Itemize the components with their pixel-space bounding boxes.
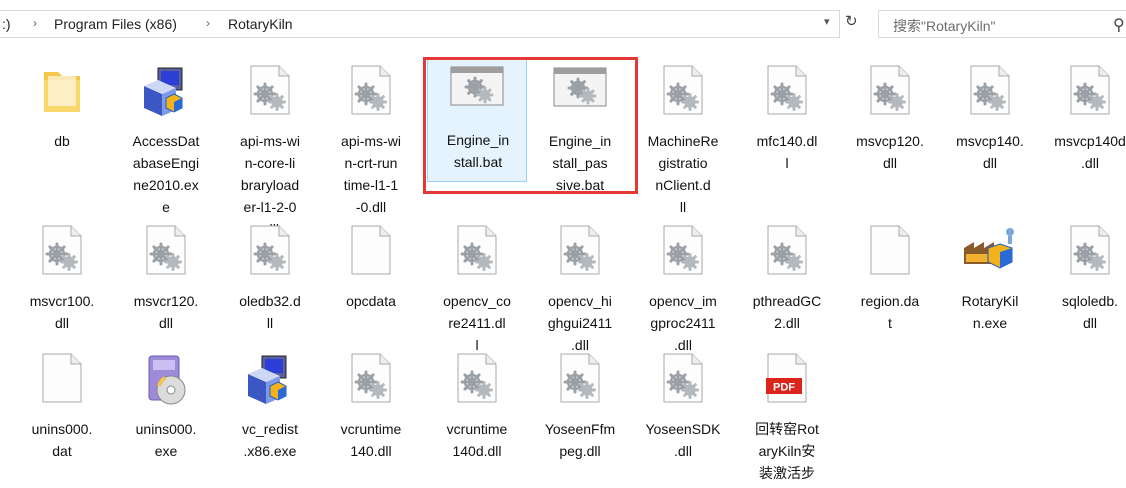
dll-gear-icon [247,64,293,121]
file-item[interactable]: sqloledb. dll [1040,220,1126,360]
file-item[interactable]: db [12,60,112,200]
dll-gear-icon [660,64,706,121]
file-item[interactable]: opcdata [321,220,421,360]
dll-gear-icon [967,64,1013,121]
file-name: msvcp140d .dll [1054,133,1126,171]
file-name: MachineRe gistratio nClient.d ll [647,133,719,215]
file-name: oledb32.d ll [239,293,301,331]
dll-gear-icon [454,224,500,281]
address-bar: :) › Program Files (x86) › RotaryKiln ▾ … [0,0,1126,40]
file-item[interactable]: vcruntime 140d.dll [427,348,527,488]
dll-gear-icon [454,352,500,409]
breadcrumb-program-files[interactable]: Program Files (x86) [54,16,177,32]
dll-gear-icon [247,224,293,281]
file-name: RotaryKil n.exe [961,293,1019,331]
file-name: YoseenSDK .dll [645,421,721,459]
file-name: opencv_co re2411.dl l [443,293,511,353]
file-item[interactable]: RotaryKil n.exe [940,220,1040,360]
uninstaller-icon [141,352,191,413]
dll-gear-icon [764,64,810,121]
dll-gear-icon [143,224,189,281]
file-item[interactable]: unins000. dat [12,348,112,488]
file-item[interactable]: msvcp120. dll [840,60,940,200]
file-item[interactable]: oledb32.d ll [220,220,320,360]
file-name: msvcp120. dll [856,133,924,171]
file-item[interactable]: msvcp140d .dll [1040,60,1126,200]
file-name: unins000. dat [31,421,93,459]
breadcrumb-rotarykiln[interactable]: RotaryKiln [228,16,293,32]
dll-gear-icon [348,64,394,121]
file-name: opencv_im gproc2411 .dll [649,293,717,353]
dll-gear-icon [660,224,706,281]
dll-gear-icon [764,224,810,281]
folder-icon [38,64,86,121]
file-item[interactable]: opencv_co re2411.dl l [427,220,527,360]
file-name: db [54,133,70,149]
file-item[interactable]: vcruntime 140.dll [321,348,421,488]
dll-gear-icon [1067,224,1113,281]
address-dropdown-icon[interactable]: ▾ [824,15,830,28]
blank-file-icon [39,352,85,409]
pdf-badge-text: PDF [773,382,795,394]
dll-gear-icon [660,352,706,409]
file-item[interactable]: api-ms-wi n-crt-run time-l1-1 -0.dll [321,60,421,215]
file-item[interactable]: opencv_im gproc2411 .dll [633,220,733,360]
installer-icon [242,352,298,413]
breadcrumb-separator-icon[interactable]: › [206,16,210,30]
dll-gear-icon [557,352,603,409]
file-name: msvcr120. dll [133,293,199,331]
file-name: AccessDat abaseEngi ne2010.ex e [132,133,200,215]
pdf-icon: PDF [764,352,810,409]
blank-file-icon [867,224,913,281]
file-name: sqloledb. dll [1061,293,1119,331]
file-item[interactable]: MachineRe gistratio nClient.d ll [633,60,733,215]
file-item[interactable]: YoseenFfm peg.dll [530,348,630,488]
refresh-icon[interactable]: ↻ [845,12,858,30]
factory-app-icon [960,224,1020,279]
file-name: unins000. exe [135,421,197,459]
installer-icon [138,64,194,125]
file-item[interactable]: YoseenSDK .dll [633,348,733,488]
breadcrumb[interactable]: :) › Program Files (x86) › RotaryKiln [0,10,840,38]
file-name: opencv_hi ghgui2411 .dll [547,293,613,353]
file-item[interactable]: vc_redist .x86.exe [220,348,320,488]
file-item[interactable]: pthreadGC 2.dll [737,220,837,360]
file-name: vcruntime 140d.dll [446,421,508,459]
file-item[interactable]: msvcr100. dll [12,220,112,360]
search-icon[interactable]: ⚲ [1113,15,1125,35]
breadcrumb-separator-icon[interactable]: › [33,16,37,30]
file-name: YoseenFfm peg.dll [544,421,616,459]
dll-gear-icon [557,224,603,281]
file-item[interactable]: api-ms-win-core-libraryloader-l1-2-0.dll [220,60,320,237]
search-input[interactable]: 搜索"RotaryKiln" ⚲ [878,10,1126,38]
file-name: 回转窑Rot aryKiln安 装激活步 [755,421,819,481]
file-item[interactable]: opencv_hi ghgui2411 .dll [530,220,630,360]
file-item[interactable]: msvcp140. dll [940,60,1040,200]
file-name: pthreadGC 2.dll [752,293,822,331]
red-highlight-box [423,57,638,194]
blank-file-icon [348,224,394,281]
file-item[interactable]: msvcr120. dll [116,220,216,360]
file-name: mfc140.dl l [756,133,818,171]
file-name: msvcr100. dll [29,293,95,331]
file-name: vc_redist .x86.exe [241,421,299,459]
dll-gear-icon [867,64,913,121]
file-name: api-ms-wi n-crt-run time-l1-1 -0.dll [341,133,401,215]
file-item[interactable]: AccessDat abaseEngi ne2010.ex e [116,60,216,215]
file-name: msvcp140. dll [956,133,1024,171]
file-item[interactable]: mfc140.dl l [737,60,837,200]
dll-gear-icon [1067,64,1113,121]
file-item[interactable]: unins000. exe [116,348,216,488]
file-name: vcruntime 140.dll [340,421,402,459]
dll-gear-icon [348,352,394,409]
file-item[interactable]: PDF 回转窑Rot aryKiln安 装激活步 [737,348,837,488]
dll-gear-icon [39,224,85,281]
file-item[interactable]: region.da t [840,220,940,360]
breadcrumb-drive[interactable]: :) [2,16,11,32]
file-name: opcdata [346,293,396,309]
search-placeholder: 搜索"RotaryKiln" [893,18,996,34]
file-name: region.da t [860,293,920,331]
